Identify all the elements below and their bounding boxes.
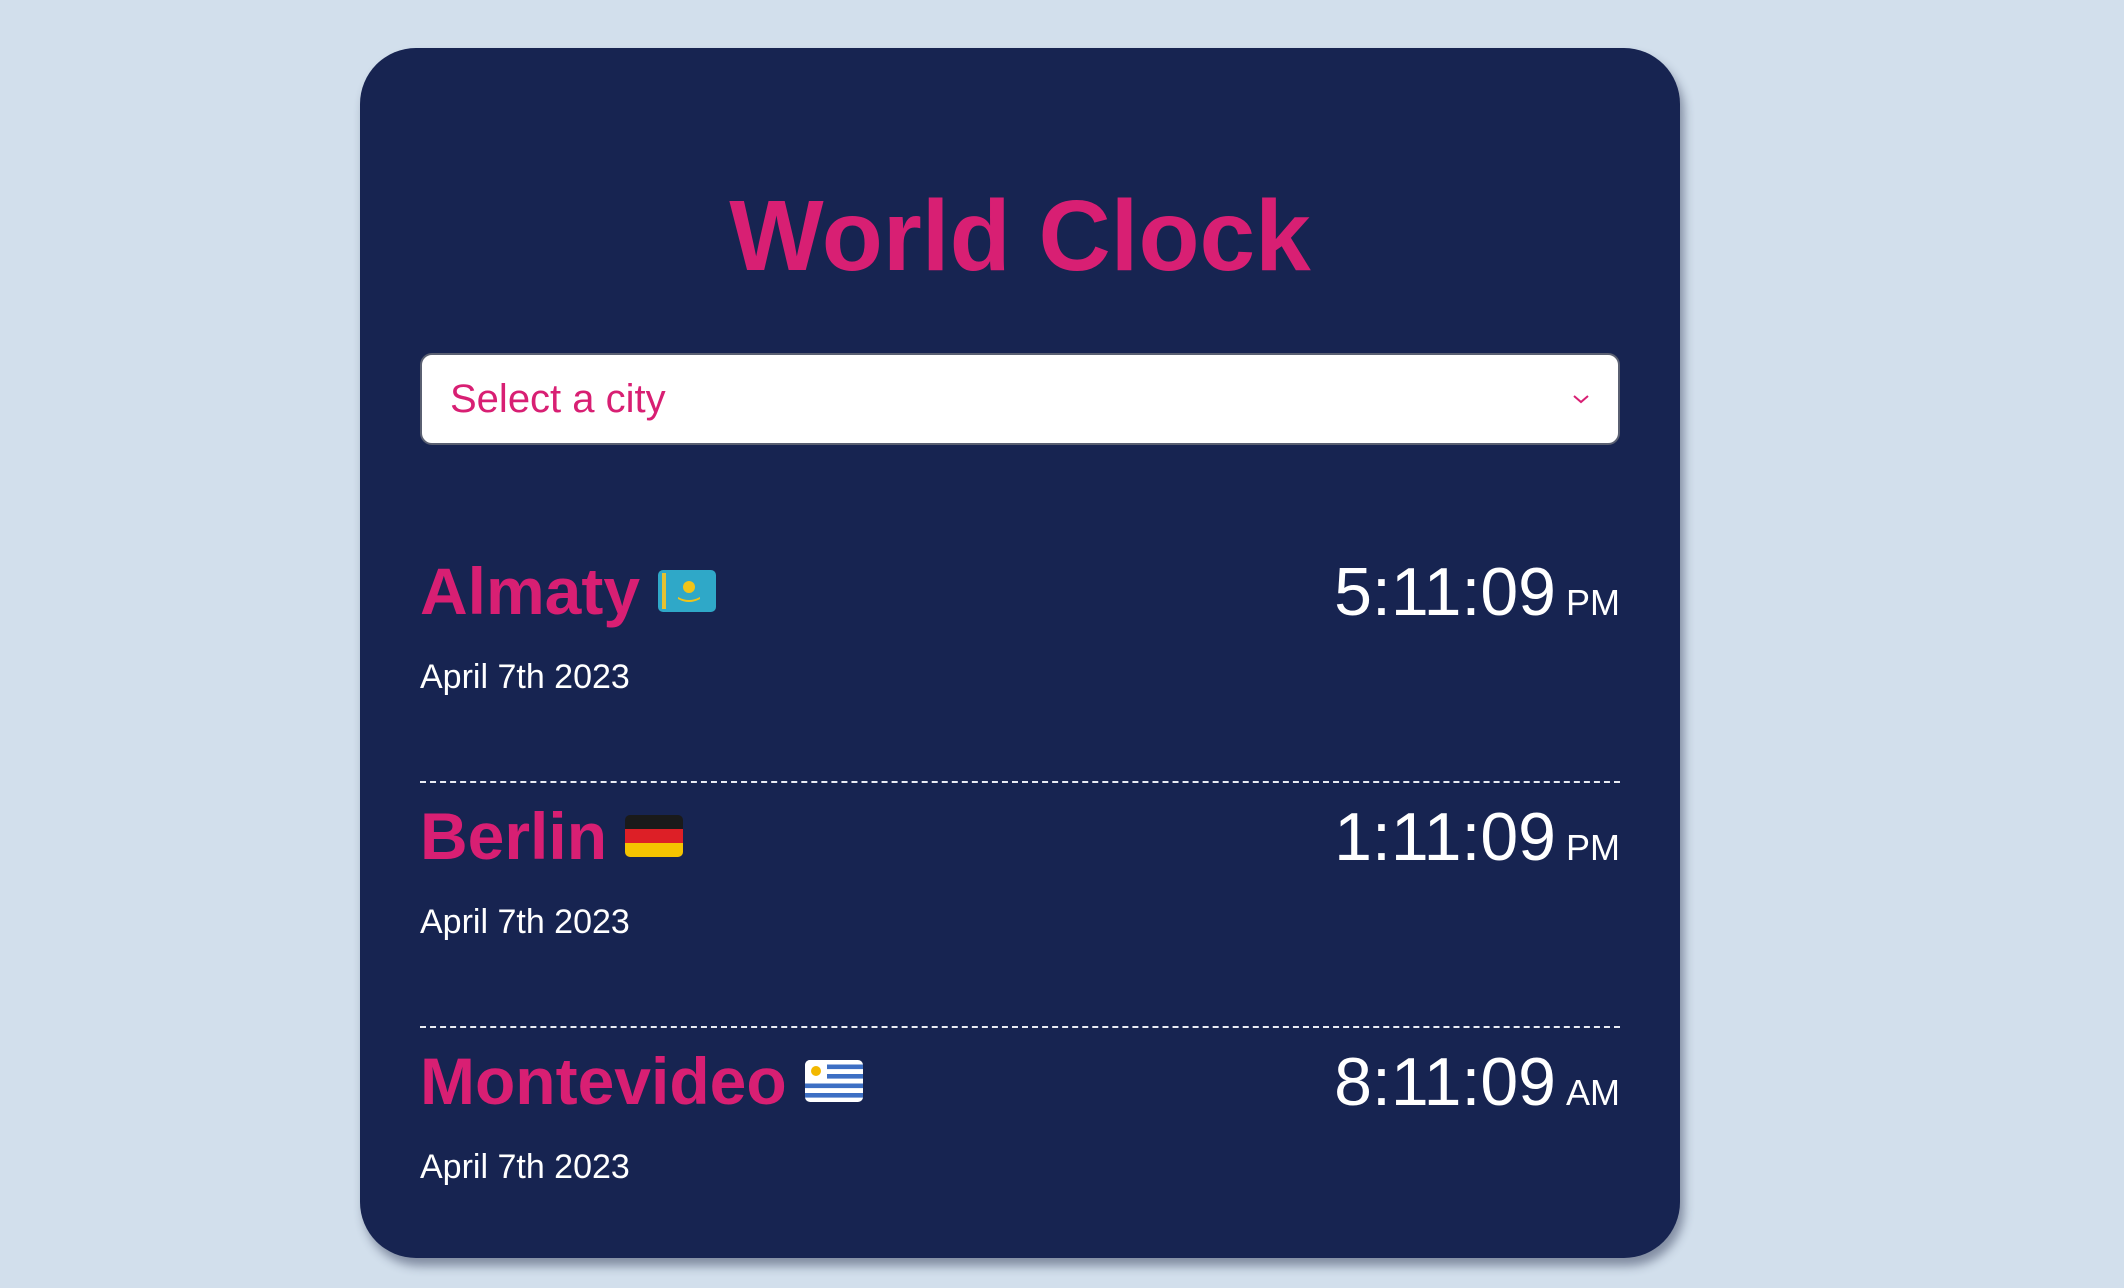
germany-flag-icon (625, 815, 684, 857)
city-date: April 7th 2023 (420, 903, 630, 941)
time-value: 1:11:09 (1334, 799, 1556, 875)
city-select-value: Select a city (450, 376, 666, 421)
city-heading: Montevideo (420, 1048, 863, 1114)
world-clock-card: World Clock Select a city Almaty April 7… (360, 48, 1680, 1258)
page-title: World Clock (729, 180, 1311, 292)
chevron-down-icon[interactable] (1572, 390, 1590, 408)
kazakhstan-flag-icon (658, 570, 717, 612)
city-row-almaty: Almaty April 7th 2023 5:11:09 PM (420, 538, 1620, 783)
city-time: 1:11:09 PM (1334, 803, 1620, 871)
time-period: PM (1566, 582, 1620, 623)
city-heading: Berlin (420, 799, 684, 873)
time-value: 5:11:09 (1334, 554, 1556, 630)
city-name: Berlin (420, 799, 608, 873)
uruguay-flag-icon (804, 1060, 863, 1102)
city-list: Almaty April 7th 2023 5:11:09PM Berlin (420, 538, 1620, 1273)
city-date: April 7th 2023 (420, 1148, 630, 1186)
city-row-berlin: Berlin April 7th 2023 1:11:09 PM (420, 783, 1620, 1028)
city-name: Montevideo (420, 1044, 787, 1118)
city-heading: Almaty (420, 554, 717, 628)
time-period: PM (1566, 827, 1620, 868)
city-date: April 7th 2023 (420, 658, 630, 696)
time-period: AM (1566, 1072, 1620, 1113)
city-select[interactable]: Select a city (420, 353, 1620, 445)
city-name: Almaty (420, 554, 641, 628)
time-value: 8:11:09 (1334, 1044, 1556, 1120)
city-row-montevideo: Montevideo April 7th 2023 8:11:09 AM (420, 1028, 1620, 1273)
city-time: 5:11:09 PM (1334, 558, 1620, 626)
city-time: 8:11:09 AM (1334, 1048, 1620, 1116)
